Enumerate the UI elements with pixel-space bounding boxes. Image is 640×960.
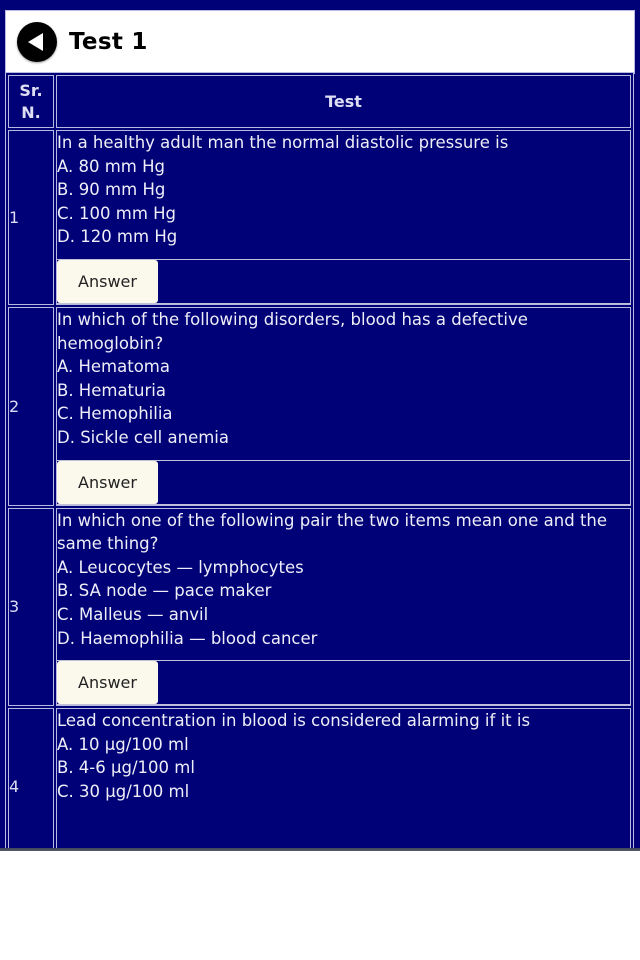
option: D. 120 mm Hg [57,227,178,247]
quiz-screen: Test 1 Sr. N. Test 1 In a healthy adult … [0,0,640,851]
question-cell: In which one of the following pair the t… [56,507,631,707]
table-row: 4 Lead concentration in blood is conside… [8,708,631,851]
table-row: 3 In which one of the following pair the… [8,507,631,707]
option: A. Leucocytes — lymphocytes [57,557,304,577]
option: D. Sickle cell anemia [57,427,229,447]
question-cell: In a healthy adult man the normal diasto… [56,130,631,305]
answer-row: Answer [57,459,630,505]
page-title: Test 1 [69,29,148,55]
quiz-table: Sr. N. Test 1 In a healthy adult man the… [5,72,634,851]
column-header-sr: Sr. N. [8,75,54,128]
serial-number: 4 [8,708,54,851]
answer-row: Answer [57,660,630,706]
option: A. 80 mm Hg [57,156,165,176]
option: A. Hematoma [57,357,170,377]
question-text: In which one of the following pair the t… [57,510,608,554]
option: D. Haemophilia — blood cancer [57,628,318,648]
column-header-test: Test [56,75,631,128]
serial-number: 3 [8,507,54,707]
option: C. 30 µg/100 ml [57,781,190,801]
option: B. 90 mm Hg [57,180,166,200]
table-row: 1 In a healthy adult man the normal dias… [8,130,631,305]
option: B. 4-6 µg/100 ml [57,758,195,778]
option: B. SA node — pace maker [57,581,272,601]
option: A. 10 µg/100 ml [57,734,189,754]
option: C. 100 mm Hg [57,203,177,223]
answer-button[interactable]: Answer [57,259,158,303]
serial-number: 1 [8,130,54,305]
table-row: 2 In which of the following disorders, b… [8,306,631,506]
answer-row: Answer [57,258,630,304]
cut-off-spacer [57,803,630,851]
serial-number: 2 [8,306,54,506]
header-bar: Test 1 [5,10,635,74]
question-text: Lead concentration in blood is considere… [57,711,531,731]
question-cell: Lead concentration in blood is considere… [56,708,631,851]
table-header-row: Sr. N. Test [8,75,631,128]
question-text: In which of the following disorders, blo… [57,309,528,353]
back-arrow-icon[interactable] [17,22,57,62]
question-cell: In which of the following disorders, blo… [56,306,631,506]
question-text: In a healthy adult man the normal diasto… [57,133,509,152]
bottom-edge [0,848,640,851]
option: C. Hemophilia [57,404,173,424]
answer-button[interactable]: Answer [57,460,158,504]
answer-button[interactable]: Answer [57,661,158,705]
option: C. Malleus — anvil [57,604,209,624]
option: B. Hematuria [57,380,166,400]
